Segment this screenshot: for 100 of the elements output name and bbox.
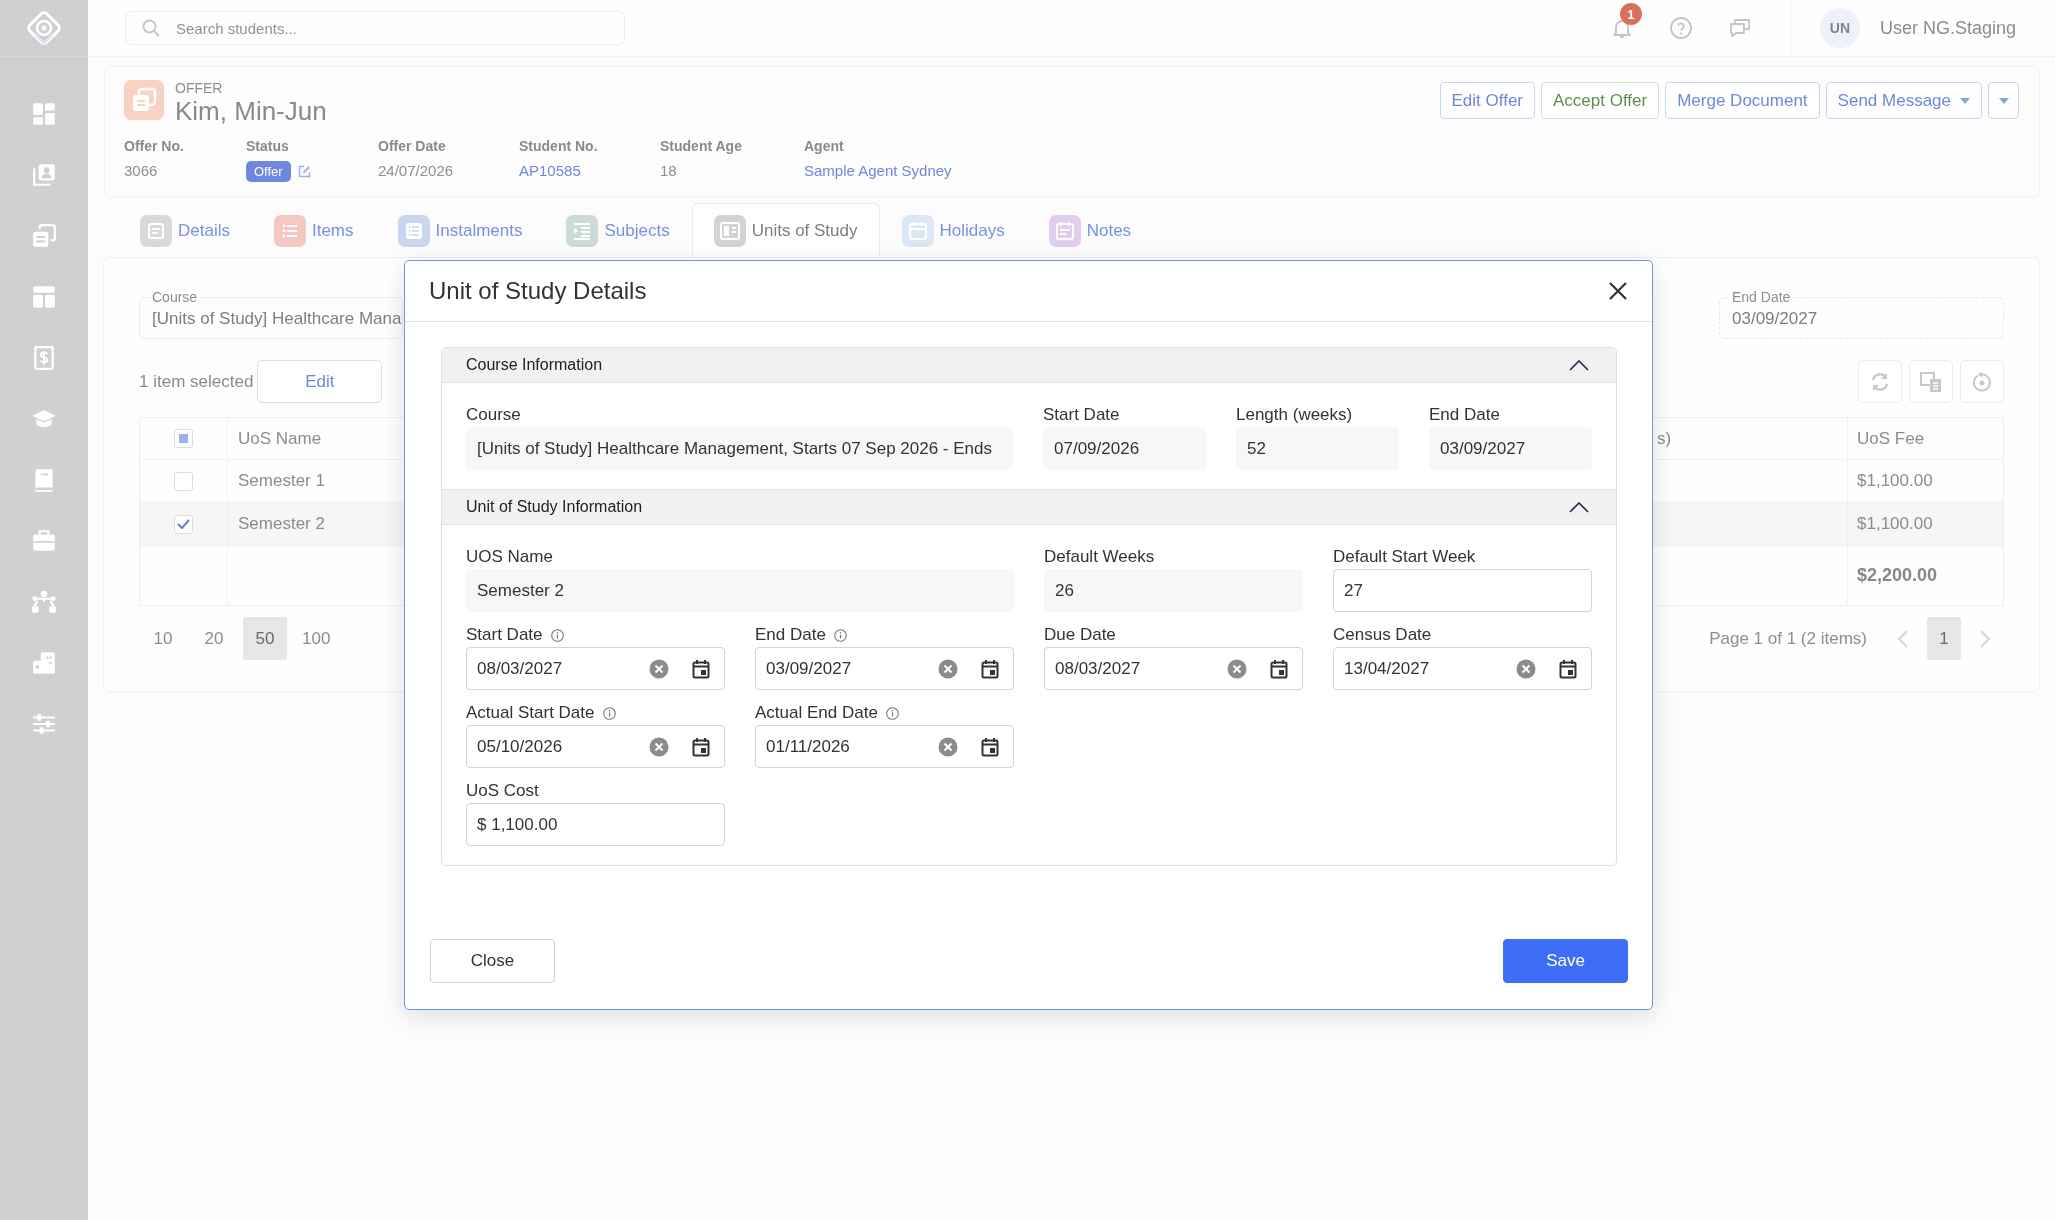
section-header[interactable]: Course Information — [442, 348, 1616, 383]
chevron-left-icon[interactable] — [1897, 628, 1909, 649]
field-label: UOS Name — [466, 547, 553, 567]
calendar-icon[interactable] — [980, 736, 1000, 757]
tab[interactable]: Units of Study — [691, 203, 880, 257]
page-size-option[interactable]: 20 — [192, 617, 236, 660]
table-cell: $1,100.00 — [1857, 514, 1933, 534]
readonly-field: 03/09/2027 — [1429, 427, 1592, 470]
row-checkbox[interactable] — [174, 471, 193, 491]
clear-icon[interactable] — [1516, 658, 1536, 679]
refresh-button[interactable] — [1858, 360, 1902, 403]
info-label: Student No. — [519, 137, 598, 156]
field-label: Actual Start Date — [466, 703, 595, 723]
clear-icon[interactable] — [938, 658, 958, 679]
info-link[interactable]: Sample Agent Sydney — [804, 161, 952, 181]
date-field[interactable]: 08/03/2027 — [466, 647, 725, 690]
info-label: Student Age — [660, 137, 742, 156]
row-checkbox[interactable] — [174, 514, 193, 534]
briefcase-icon[interactable] — [31, 528, 57, 554]
clear-icon[interactable] — [649, 658, 669, 679]
info-icon[interactable] — [550, 628, 564, 642]
clear-icon[interactable] — [1227, 658, 1247, 679]
action-button[interactable]: Edit Offer — [1439, 82, 1535, 119]
student-name: Kim, Min-Jun — [175, 96, 327, 126]
avatar[interactable]: UN — [1819, 8, 1860, 48]
date-field[interactable]: 01/11/2026 — [755, 725, 1014, 768]
page-size-option[interactable]: 10 — [141, 617, 185, 660]
contact-card-icon[interactable] — [31, 162, 57, 188]
info-link[interactable]: AP10585 — [519, 161, 581, 181]
info-value: 3066 — [124, 161, 158, 181]
course-field: Course [Units of Study] Healthcare Mana — [139, 289, 403, 339]
help-icon[interactable] — [1668, 16, 1693, 40]
sliders-icon[interactable] — [31, 711, 57, 737]
field-label: Due Date — [1044, 625, 1116, 645]
notification-badge: 1 — [1619, 3, 1642, 25]
offer-icon — [124, 80, 164, 120]
calendar-icon[interactable] — [980, 658, 1000, 679]
date-field[interactable]: 05/10/2026 — [466, 725, 725, 768]
edit-button[interactable]: Edit — [257, 360, 383, 403]
action-button[interactable]: Accept Offer — [1541, 82, 1660, 119]
date-field[interactable]: 03/09/2027 — [755, 647, 1014, 690]
date-field[interactable]: 08/03/2027 — [1044, 647, 1303, 690]
layout-icon[interactable] — [31, 284, 57, 310]
building-icon[interactable] — [31, 650, 57, 676]
info-value: 18 — [660, 161, 677, 181]
action-button[interactable]: Merge Document — [1665, 82, 1820, 119]
close-button[interactable]: Close — [430, 939, 555, 983]
tab[interactable]: Details — [118, 203, 252, 257]
info-icon[interactable] — [602, 706, 616, 720]
tab[interactable]: Holidays — [879, 203, 1027, 257]
chat-icon[interactable] — [1727, 16, 1752, 40]
dialog-title: Unit of Study Details — [429, 277, 647, 305]
table-header-cell[interactable]: UoS Name — [238, 428, 322, 449]
tab[interactable]: Subjects — [544, 203, 692, 257]
info-icon[interactable] — [885, 706, 899, 720]
table-header-cell[interactable]: UoS Fee — [1857, 428, 1925, 449]
save-button[interactable]: Save — [1503, 939, 1628, 983]
dollar-document-icon[interactable] — [31, 345, 57, 371]
reset-button[interactable] — [1960, 360, 2004, 403]
text-field[interactable]: 27 — [1333, 569, 1592, 612]
calendar-icon[interactable] — [691, 736, 711, 757]
refresh-icon — [1869, 370, 1891, 393]
field-label: Start Date — [1043, 405, 1120, 425]
network-icon[interactable] — [31, 589, 57, 615]
columns-button[interactable] — [1909, 360, 1953, 403]
user-name[interactable]: User NG.Staging — [1879, 17, 2016, 39]
info-icon[interactable] — [833, 628, 847, 642]
section-header[interactable]: Unit of Study Information — [442, 489, 1616, 525]
select-all-checkbox[interactable] — [174, 429, 193, 448]
readonly-field: 07/09/2026 — [1043, 427, 1206, 470]
date-field[interactable]: 13/04/2027 — [1333, 647, 1592, 690]
tab[interactable]: Items — [251, 203, 376, 257]
action-button[interactable]: Send Message — [1825, 82, 1982, 119]
readonly-field: 26 — [1044, 569, 1303, 612]
chevron-right-icon[interactable] — [1979, 628, 1991, 649]
calendar-icon[interactable] — [1558, 658, 1578, 679]
clear-icon[interactable] — [649, 736, 669, 757]
clear-icon[interactable] — [938, 736, 958, 757]
field-label: Length (weeks) — [1236, 405, 1353, 425]
documents-icon[interactable] — [31, 223, 57, 249]
status-badge: Offer — [246, 160, 291, 182]
tab[interactable]: Instalments — [375, 203, 545, 257]
readonly-field: [Units of Study] Healthcare Management, Starts 07 Sep 2026 - Ends — [466, 427, 1013, 470]
text-field[interactable]: $ 1,100.00 — [466, 803, 725, 846]
calendar-icon[interactable] — [691, 658, 711, 679]
calendar-icon[interactable] — [1269, 658, 1289, 679]
page-size-option[interactable]: 100 — [294, 617, 339, 660]
logo-icon[interactable] — [24, 8, 64, 48]
table-header-cell[interactable]: s) — [1657, 428, 1672, 449]
dashboard-icon[interactable] — [31, 101, 57, 127]
search-field[interactable]: Search students... — [125, 11, 625, 45]
tab[interactable]: Notes — [1026, 203, 1154, 257]
dropdown-button[interactable] — [1988, 82, 2019, 119]
info-value: 24/07/2026 — [378, 161, 454, 181]
close-icon[interactable] — [1609, 282, 1627, 300]
page-button[interactable]: 1 — [1927, 617, 1961, 660]
page-size-option[interactable]: 50 — [243, 617, 287, 660]
total-amount: $2,200.00 — [1857, 565, 1938, 586]
columns-icon — [1920, 370, 1942, 393]
edit-icon[interactable] — [297, 164, 311, 178]
